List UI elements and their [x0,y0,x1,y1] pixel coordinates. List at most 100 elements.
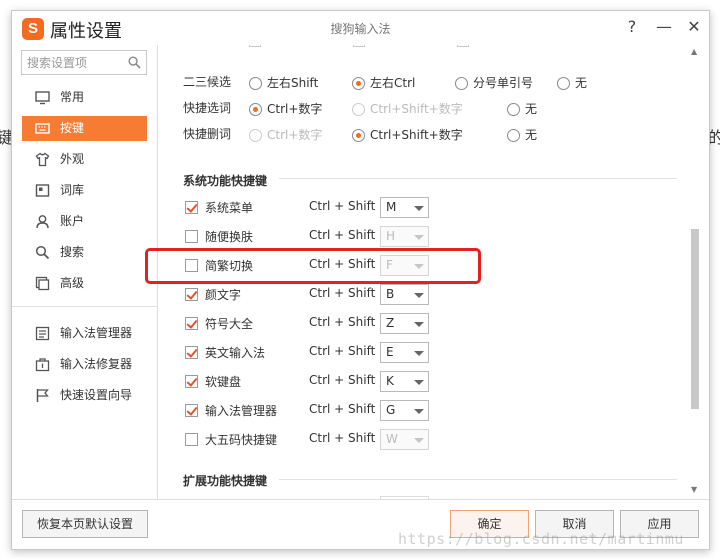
hotkey-key-select-kaomoji[interactable]: B [380,284,429,305]
quick-select-label: 快捷选词 [183,101,232,115]
help-button[interactable]: ? [621,16,643,38]
watermark: https://blog.csdn.net/martinmu [398,530,684,548]
radio-quick-select-none[interactable]: 无 [507,99,537,119]
hotkey-key-select-big5[interactable]: W [380,429,429,450]
section-divider [279,479,677,480]
radio-quick-select-ctrl-number[interactable]: Ctrl+数字 [249,99,322,119]
radio-circle [557,77,570,90]
chevron-down-icon [414,351,424,356]
radio-quick-delete-ctrl-number[interactable]: Ctrl+数字 [249,125,322,145]
radio-circle [352,77,365,90]
sidebar-tool-setup-wizard[interactable]: 快速设置向导 [22,383,147,408]
hotkey-combo-prefix: Ctrl + Shift + [309,402,390,416]
sidebar-item-label: 账户 [60,214,85,228]
manager-icon [35,326,50,341]
sidebar-item-advanced[interactable]: 高级 [22,271,147,296]
sidebar-item-label: 外观 [60,152,85,166]
hotkey-label: 随便换肤 [205,230,254,244]
sidebar-item-label: 输入法修复器 [60,357,133,371]
sidebar-tool-ime-repair[interactable]: 输入法修复器 [22,352,147,377]
hotkey-key-select-simplified-traditional[interactable]: F [380,255,429,276]
shirt-icon [35,152,50,167]
minimize-button[interactable]: — [653,16,675,38]
hotkey-checkbox-kaomoji[interactable] [185,288,198,301]
hotkey-key-select-english-input[interactable]: E [380,342,429,363]
hotkey-checkbox-english-input[interactable] [185,346,198,359]
hotkey-checkbox-system-menu[interactable] [185,201,198,214]
chevron-down-icon [414,264,424,269]
hotkey-key-select-ime-manager[interactable]: G [380,400,429,421]
radio-circle [249,103,262,116]
radio-quick-delete-ctrl-shift-number[interactable]: Ctrl+Shift+数字 [352,125,463,145]
search-icon[interactable] [128,56,141,69]
hotkey-combo-prefix: Ctrl + Shift + [309,286,390,300]
hotkey-combo-prefix: Ctrl + Shift + [309,431,390,445]
scroll-down-arrow-icon[interactable]: ▼ [691,485,697,494]
close-button[interactable]: ✕ [683,16,705,38]
hotkey-combo-prefix: Ctrl + Shift + [309,228,390,242]
hotkey-row-random-skin: 随便换肤 Ctrl + Shift + H [183,226,603,248]
sidebar-item-label: 快速设置向导 [60,388,133,402]
keyboard-icon [35,123,50,134]
sidebar: 常用 按键 外观 词库 [12,45,158,499]
radio-circle [507,103,520,116]
hotkey-checkbox-random-skin[interactable] [185,230,198,243]
extended-hotkeys-title: 扩展功能快捷键 [183,474,268,488]
hotkey-key-select-random-skin[interactable]: H [380,226,429,247]
restore-defaults-button[interactable]: 恢复本页默认设置 [22,510,148,538]
hotkey-label: 软键盘 [205,375,242,389]
settings-window: S 属性设置 搜狗输入法 ? — ✕ 常用 [11,10,710,550]
hotkey-row-big5: 大五码快捷键 Ctrl + Shift + W [183,429,603,451]
hotkey-label: 输入法管理器 [205,404,278,418]
sidebar-item-label: 搜索 [60,245,85,259]
second-third-candidate-label: 二三候选 [183,75,232,89]
hotkey-combo-prefix: Ctrl + Shift + [309,373,390,387]
radio-circle [249,129,262,142]
hotkey-checkbox-simplified-traditional[interactable] [185,259,198,272]
sidebar-item-appearance[interactable]: 外观 [22,147,147,172]
hotkey-key-select-symbols[interactable]: Z [380,313,429,334]
title-bar: S 属性设置 搜狗输入法 ? — ✕ [12,11,709,45]
repair-icon [35,358,50,372]
radio-left-right-shift[interactable]: 左右Shift [249,73,318,93]
radio-quick-select-ctrl-shift-number[interactable]: Ctrl+Shift+数字 [352,99,463,119]
scrollbar-thumb[interactable] [691,229,699,409]
hotkey-checkbox-big5[interactable] [185,433,198,446]
hotkey-row-system-menu: 系统菜单 Ctrl + Shift + M [183,197,603,219]
quick-delete-label: 快捷删词 [183,127,232,141]
app-name: 搜狗输入法 [330,22,391,36]
radio-quick-delete-none[interactable]: 无 [507,125,537,145]
settings-search-input[interactable] [22,51,122,74]
hotkey-checkbox-soft-keyboard[interactable] [185,375,198,388]
chevron-down-icon [414,322,424,327]
sidebar-item-label: 词库 [60,183,85,197]
hotkey-row-english-input: 英文输入法 Ctrl + Shift + E [183,342,603,364]
hotkey-label: 简繁切换 [205,259,254,273]
sidebar-divider [12,306,158,307]
sidebar-item-common[interactable]: 常用 [22,85,147,110]
chevron-down-icon [414,409,424,414]
section-divider [279,178,677,179]
radio-second-third-none[interactable]: 无 [557,73,587,93]
user-icon [36,215,49,229]
hotkey-combo-prefix: Ctrl + Shift + [309,344,390,358]
radio-semicolon-quote[interactable]: 分号单引号 [455,73,533,93]
radio-left-right-ctrl[interactable]: 左右Ctrl [352,73,415,93]
hotkey-checkbox-ime-manager[interactable] [185,404,198,417]
chevron-down-icon [414,293,424,298]
sidebar-item-dictionary[interactable]: 词库 [22,178,147,203]
scroll-up-arrow-icon[interactable]: ▲ [691,47,697,56]
partial-row-above [183,45,603,53]
sidebar-nav: 常用 按键 外观 词库 账户 搜索 高级 输入法管理器 输入法修复器 快速设置向… [12,85,158,414]
sidebar-tool-ime-manager[interactable]: 输入法管理器 [22,321,147,346]
hotkey-key-select-system-menu[interactable]: M [380,197,429,218]
hotkey-checkbox-symbols[interactable] [185,317,198,330]
advanced-icon [35,276,50,291]
sidebar-item-search[interactable]: 搜索 [22,240,147,265]
system-hotkeys-title: 系统功能快捷键 [183,174,268,188]
hotkey-row-kaomoji: 颜文字 Ctrl + Shift + B [183,284,603,306]
sidebar-item-keys[interactable]: 按键 [22,116,147,141]
hotkey-row-simplified-traditional: 简繁切换 Ctrl + Shift + F [183,255,603,277]
hotkey-key-select-soft-keyboard[interactable]: K [380,371,429,392]
sidebar-item-account[interactable]: 账户 [22,209,147,234]
